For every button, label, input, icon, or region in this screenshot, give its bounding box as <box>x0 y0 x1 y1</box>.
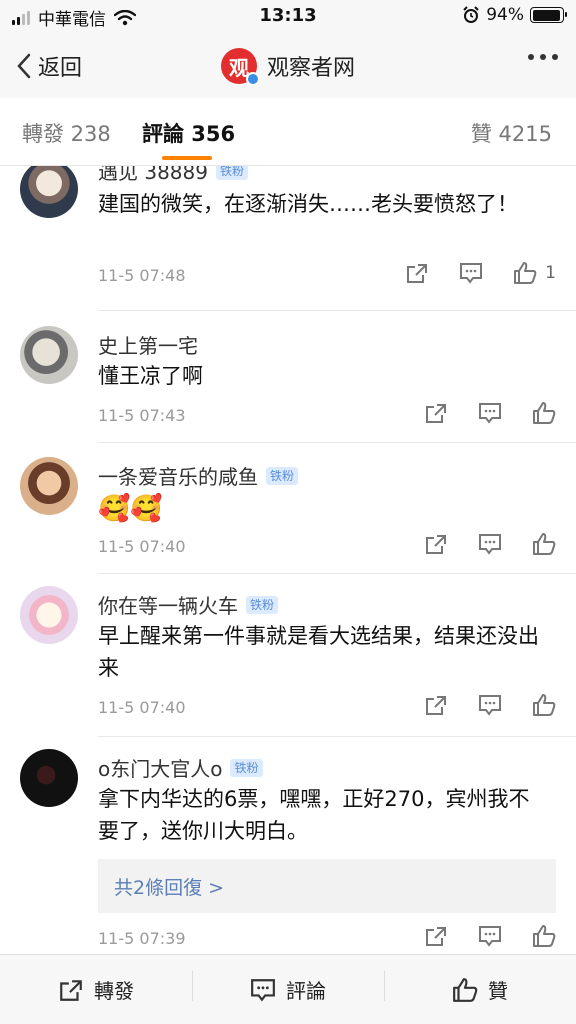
comment-time: 11-5 07:43 <box>98 406 186 425</box>
nav-bar: 返回 观 观察者网 <box>0 34 576 98</box>
battery-percent: 94% <box>486 5 524 25</box>
comment-time: 11-5 07:39 <box>98 929 186 948</box>
comment-item: 一条爱音乐的咸鱼 铁粉 🥰🥰 11-5 07:40 <box>0 443 576 574</box>
username[interactable]: 你在等一辆火车 <box>98 590 238 619</box>
alarm-icon <box>463 6 479 23</box>
avatar[interactable] <box>20 749 78 807</box>
avatar[interactable] <box>20 326 78 384</box>
thumbs-up-icon <box>533 533 556 555</box>
comment-time: 11-5 07:40 <box>98 698 186 717</box>
like-button[interactable] <box>532 694 556 716</box>
comment-time: 11-5 07:48 <box>98 266 186 285</box>
comment-button[interactable]: 評論 <box>192 971 384 1004</box>
avatar[interactable] <box>20 457 78 515</box>
status-bar: 中華電信 13:13 94% <box>0 0 576 34</box>
thumbs-up-icon <box>533 694 556 716</box>
share-icon <box>407 264 428 283</box>
username[interactable]: 史上第一宅 <box>98 330 198 359</box>
like-count: 1 <box>545 263 556 283</box>
fan-badge: 铁粉 <box>215 166 248 180</box>
tab-comment[interactable]: 評論 356 <box>142 118 235 148</box>
thumbs-up-icon <box>533 402 556 424</box>
comment-icon <box>479 403 501 424</box>
comment-icon <box>251 978 275 1002</box>
tab-bar: 轉發 238 評論 356 贊 4215 <box>0 98 576 166</box>
comment-icon <box>479 695 501 716</box>
comment-item: 史上第一宅 懂王凉了啊 11-5 07:43 <box>0 312 576 443</box>
share-icon <box>60 979 82 1001</box>
like-button[interactable] <box>532 925 556 947</box>
reply-button[interactable] <box>459 262 483 284</box>
tab-repost[interactable]: 轉發 238 <box>22 118 111 148</box>
comment-text: 拿下内华达的6票，嘿嘿，正好270，宾州我不要了，送你川大明白。 <box>98 787 530 843</box>
comment-list[interactable]: 遇见 38889 铁粉 建国的微笑，在逐渐消失……老头要愤怒了！ 11-5 07… <box>0 166 576 954</box>
comment-icon <box>479 926 501 947</box>
share-button[interactable] <box>424 402 448 424</box>
username[interactable]: 一条爱音乐的咸鱼 <box>98 461 258 490</box>
username[interactable]: 遇见 38889 <box>98 166 208 185</box>
fan-badge: 铁粉 <box>266 466 299 485</box>
share-icon <box>426 404 446 423</box>
like-button[interactable]: 1 <box>513 262 556 284</box>
comment-item: 遇见 38889 铁粉 建国的微笑，在逐渐消失……老头要愤怒了！ 11-5 07… <box>0 166 576 312</box>
comment-icon <box>479 534 501 555</box>
share-icon <box>426 696 446 715</box>
fan-badge: 铁粉 <box>246 595 279 614</box>
tab-like[interactable]: 贊 4215 <box>471 118 552 148</box>
comment-item: o东门大官人o 铁粉 拿下内华达的6票，嘿嘿，正好270，宾州我不要了，送你川大… <box>0 737 576 954</box>
comment-text: 建国的微笑，在逐渐消失……老头要愤怒了！ <box>98 192 518 216</box>
share-button[interactable] <box>424 694 448 716</box>
comment-item: 你在等一辆火车 铁粉 早上醒来第一件事就是看大选结果，结果还没出来 11-5 0… <box>0 574 576 737</box>
fan-badge: 铁粉 <box>230 758 263 777</box>
account-logo: 观 <box>220 48 260 86</box>
like-button[interactable] <box>532 402 556 424</box>
avatar[interactable] <box>20 166 78 218</box>
reply-button[interactable] <box>478 925 502 947</box>
thumbs-up-icon <box>533 925 556 947</box>
nav-title[interactable]: 观 观察者网 <box>0 48 576 86</box>
comment-time: 11-5 07:40 <box>98 537 186 556</box>
comment-label: 評論 <box>286 979 326 1003</box>
username[interactable]: o东门大官人o <box>98 753 222 782</box>
share-button[interactable] <box>405 262 429 284</box>
share-icon <box>426 535 446 554</box>
active-tab-indicator <box>162 156 212 160</box>
replies-link[interactable]: 共2條回復 > <box>98 859 556 913</box>
repost-button[interactable]: 轉發 <box>0 975 192 1004</box>
divider <box>98 310 576 311</box>
verified-icon <box>245 72 260 86</box>
thumbs-up-icon <box>514 262 537 284</box>
reply-button[interactable] <box>478 402 502 424</box>
like-button[interactable]: 贊 <box>384 971 576 1004</box>
comment-icon <box>460 263 483 284</box>
share-icon <box>426 927 446 946</box>
avatar[interactable] <box>20 586 78 644</box>
like-label: 贊 <box>488 979 508 1003</box>
share-button[interactable] <box>424 533 448 555</box>
battery-icon <box>530 7 567 23</box>
bottom-action-bar: 轉發 評論 贊 <box>0 954 576 1024</box>
comment-text: 懂王凉了啊 <box>98 364 203 388</box>
more-dots-icon[interactable] <box>528 54 558 60</box>
share-button[interactable] <box>424 925 448 947</box>
reply-button[interactable] <box>478 694 502 716</box>
comment-text: 早上醒来第一件事就是看大选结果，结果还没出来 <box>98 624 539 680</box>
account-name: 观察者网 <box>266 56 355 81</box>
like-button[interactable] <box>532 533 556 555</box>
thumbs-up-icon <box>453 977 478 1002</box>
comment-text: 🥰🥰 <box>98 494 163 524</box>
reply-button[interactable] <box>478 533 502 555</box>
repost-label: 轉發 <box>94 979 134 1003</box>
